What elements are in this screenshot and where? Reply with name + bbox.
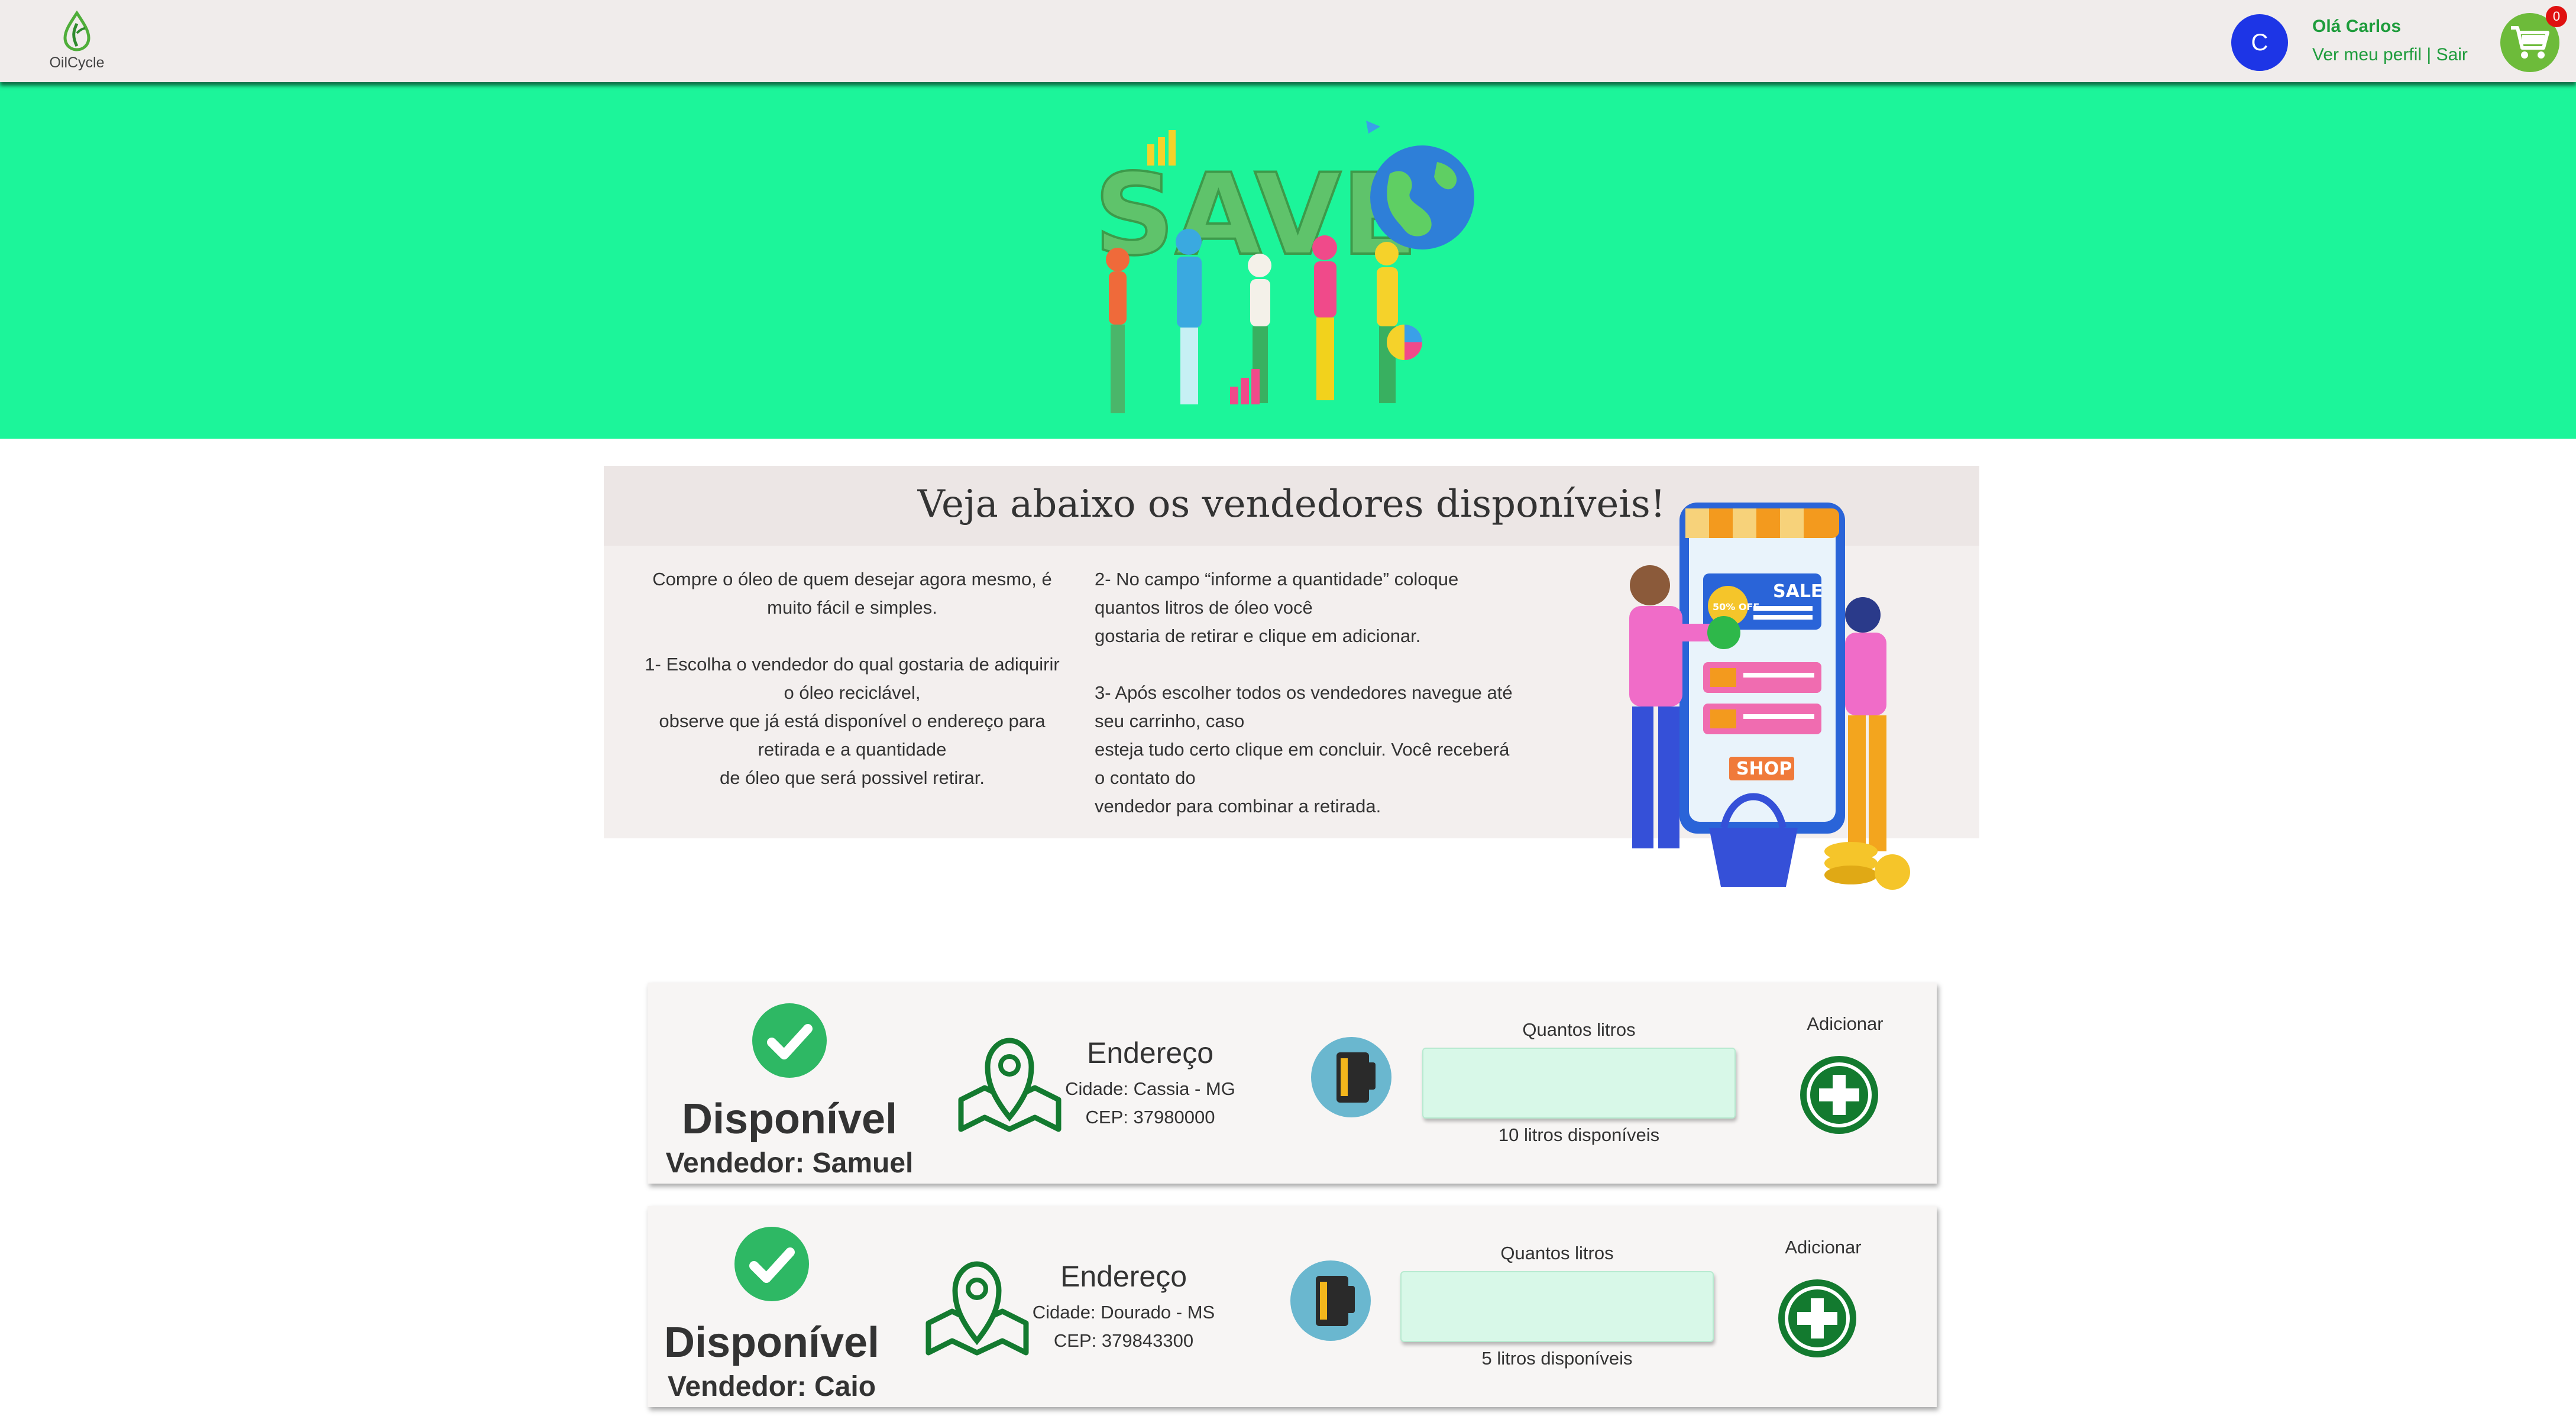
instructions-column-2: 2- No campo “informe a quantidade” coloq… [1095,565,1544,821]
discount-art-text: 50% OFF [1713,601,1759,612]
link-separator: | [2422,45,2436,64]
instruction-line: observe que já está disponível o endereç… [659,711,1046,731]
address-cep: CEP: 379843300 [1053,1330,1194,1351]
availability-status: Disponível [664,1319,880,1366]
instruction-line: quantos litros de óleo você [1095,597,1313,618]
address-title: Endereço [1086,1036,1214,1070]
seller-card: Disponível Vendedor: Samuel Endereço Cid… [648,983,1937,1184]
quantity-label: Quantos litros [1500,1243,1614,1263]
add-to-cart-button[interactable] [1798,1054,1881,1136]
instruction-line: o contato do [1095,767,1196,788]
avatar[interactable]: C [2231,14,2288,71]
instruction-line: 2- No campo “informe a quantidade” coloq… [1095,569,1459,589]
quantity-input[interactable] [1422,1048,1736,1119]
check-circle-icon [734,1227,809,1301]
instruction-line [1095,650,1544,679]
address-cep: CEP: 37980000 [1085,1107,1215,1127]
instruction-line: seu carrinho, caso [1095,711,1245,731]
instruction-line: 1- Escolha o vendedor do qual gostaria d… [645,654,1060,675]
add-label: Adicionar [1807,1013,1884,1034]
instruction-line: retirada e a quantidade [758,739,947,760]
instruction-line [622,622,1083,650]
vendor-name: Vendedor: Samuel [665,1148,914,1179]
cart-count-badge: 0 [2546,6,2567,27]
logo[interactable]: OilCycle [41,11,112,72]
profile-links: Ver meu perfil | Sair [2312,45,2468,65]
instruction-line: Compre o óleo de quem desejar agora mesm… [652,569,1052,589]
logout-link[interactable]: Sair [2436,45,2468,64]
instruction-line: gostaria de retirar e clique em adiciona… [1095,626,1421,646]
top-navbar: OilCycle C Olá Carlos Ver meu perfil | S… [0,0,2576,82]
instructions-column-1: Compre o óleo de quem desejar agora mesm… [622,565,1083,792]
seller-card: Disponível Vendedor: Caio Endereço Cidad… [648,1206,1937,1407]
leaf-drop-icon [63,11,90,51]
shop-art-text: SHOP [1736,759,1792,779]
add-label: Adicionar [1785,1237,1862,1258]
oil-container-icon [1290,1260,1371,1341]
instruction-line: esteja tudo certo clique em concluir. Vo… [1095,739,1510,760]
instruction-line: vendedor para combinar a retirada. [1095,796,1381,816]
address-city: Cidade: Cassia - MG [1065,1078,1235,1099]
address-city: Cidade: Dourado - MS [1032,1302,1215,1323]
instruction-line: o óleo reciclável, [784,682,921,703]
shopping-cart-icon [2511,26,2549,59]
quantity-input[interactable] [1400,1271,1714,1342]
quantity-label: Quantos litros [1522,1019,1636,1040]
save-the-planet-illustration: SAVE [1093,121,1474,413]
oil-container-icon [1311,1037,1391,1117]
online-shop-illustration: SALE 50% OFF SHOP [1629,503,1910,890]
check-circle-icon [752,1003,827,1078]
vendor-name: Vendedor: Caio [667,1371,876,1402]
hero-banner: SAVE [0,82,2576,439]
user-greeting: Olá Carlos [2312,17,2402,36]
sale-art-text: SALE [1773,581,1823,602]
map-pin-icon [925,1261,1029,1356]
available-liters: 5 litros disponíveis [1481,1348,1633,1369]
instruction-line: de óleo que será possivel retirar. [719,767,985,788]
availability-status: Disponível [681,1096,898,1143]
add-to-cart-button[interactable] [1776,1277,1859,1360]
instruction-line: muito fácil e simples. [767,597,937,618]
address-title: Endereço [1060,1260,1187,1293]
available-liters: 10 litros disponíveis [1498,1124,1660,1145]
logo-text: OilCycle [49,54,105,71]
map-pin-icon [958,1038,1062,1132]
instruction-line: 3- Após escolher todos os vendedores nav… [1095,682,1513,703]
view-profile-link[interactable]: Ver meu perfil [2312,45,2422,64]
